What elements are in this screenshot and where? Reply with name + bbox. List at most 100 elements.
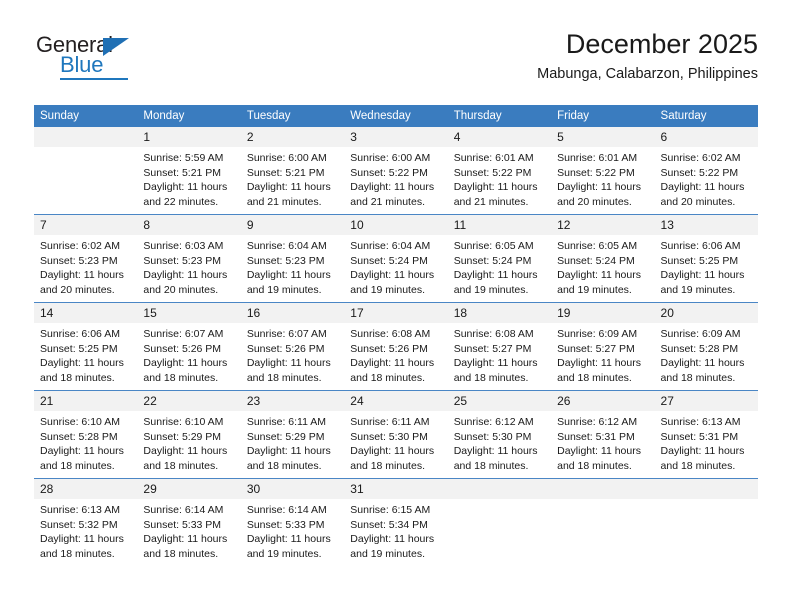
day-info-line: Sunset: 5:33 PM [246, 518, 325, 531]
general-blue-logo[interactable]: General Blue [34, 32, 184, 88]
day-number[interactable]: 23 [240, 390, 345, 411]
day-info-line: and 18 minutes. [350, 371, 425, 384]
day-cell[interactable]: Sunrise: 5:59 AM Sunset: 5:21 PM Daylight:… [137, 147, 240, 215]
day-cell[interactable]: Sunrise: 6:12 AM Sunset: 5:31 PM Daylight:… [551, 411, 654, 479]
day-info-line: Daylight: 11 hours [557, 357, 641, 370]
day-number[interactable]: 31 [344, 478, 448, 499]
day-number[interactable]: 14 [34, 302, 138, 323]
day-number[interactable]: 27 [654, 390, 758, 411]
day-number[interactable]: 11 [447, 214, 552, 235]
day-info-line: and 19 minutes. [453, 283, 529, 296]
day-number[interactable]: 30 [240, 478, 345, 499]
day-info-line: Daylight: 11 hours [246, 269, 331, 282]
day-number[interactable]: 24 [344, 390, 448, 411]
day-info-line: Daylight: 11 hours [40, 445, 124, 458]
day-cell[interactable]: Sunrise: 6:03 AM Sunset: 5:23 PM Daylight:… [137, 235, 240, 303]
day-cell[interactable]: Sunrise: 6:01 AM Sunset: 5:22 PM Daylight:… [551, 147, 654, 215]
day-number[interactable]: 26 [551, 390, 655, 411]
day-cell[interactable]: Sunrise: 6:09 AM Sunset: 5:28 PM Daylight:… [655, 323, 758, 391]
day-number[interactable]: 12 [551, 214, 655, 235]
day-cell[interactable]: Sunrise: 6:00 AM Sunset: 5:21 PM Daylight:… [241, 147, 344, 215]
day-cell[interactable]: Sunrise: 6:13 AM Sunset: 5:31 PM Daylight:… [655, 411, 758, 479]
day-cell[interactable]: Sunrise: 6:11 AM Sunset: 5:29 PM Daylight:… [241, 411, 344, 479]
day-info-line: Daylight: 11 hours [557, 181, 641, 194]
day-number[interactable]: 3 [344, 127, 448, 147]
day-cell[interactable]: Sunrise: 6:14 AM Sunset: 5:33 PM Daylight:… [137, 499, 240, 566]
day-cell[interactable]: Sunrise: 6:15 AM Sunset: 5:34 PM Daylight:… [344, 499, 447, 566]
day-number[interactable]: 17 [344, 302, 448, 323]
day-info-line: Sunset: 5:22 PM [557, 166, 635, 179]
day-number[interactable]: 10 [344, 214, 448, 235]
day-cell[interactable]: Sunrise: 6:05 AM Sunset: 5:24 PM Daylight:… [448, 235, 551, 303]
day-info-line: Daylight: 11 hours [40, 533, 124, 546]
weekday-header-friday: Friday [551, 105, 655, 127]
day-cell-empty [34, 147, 137, 215]
day-cell[interactable]: Sunrise: 6:06 AM Sunset: 5:25 PM Daylight:… [34, 323, 137, 391]
day-number[interactable]: 9 [240, 214, 345, 235]
day-info-line: Daylight: 11 hours [143, 445, 228, 458]
day-cell-content: Sunrise: 6:07 AM Sunset: 5:26 PM Daylight:… [241, 323, 344, 390]
day-cell[interactable]: Sunrise: 6:13 AM Sunset: 5:32 PM Daylight:… [34, 499, 137, 566]
day-info-line: and 18 minutes. [453, 371, 529, 384]
week-detail-row: Sunrise: 6:06 AM Sunset: 5:25 PM Daylight:… [34, 323, 758, 391]
day-number[interactable]: 16 [240, 302, 345, 323]
day-number[interactable]: 25 [447, 390, 552, 411]
day-info-line: and 19 minutes. [246, 547, 322, 560]
day-cell[interactable]: Sunrise: 6:08 AM Sunset: 5:27 PM Daylight:… [448, 323, 551, 391]
day-number[interactable]: 7 [34, 214, 138, 235]
day-cell[interactable]: Sunrise: 6:07 AM Sunset: 5:26 PM Daylight:… [241, 323, 344, 391]
day-cell-empty [551, 499, 654, 566]
week-daynumber-row: 14 15 16 17 18 19 20 [34, 302, 758, 323]
day-cell[interactable]: Sunrise: 6:10 AM Sunset: 5:29 PM Daylight:… [137, 411, 240, 479]
day-number[interactable]: 20 [654, 302, 758, 323]
day-cell[interactable]: Sunrise: 6:10 AM Sunset: 5:28 PM Daylight:… [34, 411, 137, 479]
day-info-line: Daylight: 11 hours [557, 269, 641, 282]
week-detail-row: Sunrise: 5:59 AM Sunset: 5:21 PM Daylight:… [34, 147, 758, 215]
day-info-line: Daylight: 11 hours [143, 357, 228, 370]
day-cell[interactable]: Sunrise: 6:14 AM Sunset: 5:33 PM Daylight:… [241, 499, 344, 566]
day-cell[interactable]: Sunrise: 6:09 AM Sunset: 5:27 PM Daylight:… [551, 323, 654, 391]
day-cell-content: Sunrise: 6:13 AM Sunset: 5:31 PM Daylight:… [655, 411, 758, 478]
day-number[interactable]: 5 [551, 127, 655, 147]
day-number[interactable]: 2 [240, 127, 345, 147]
day-cell[interactable]: Sunrise: 6:06 AM Sunset: 5:25 PM Daylight:… [655, 235, 758, 303]
day-cell[interactable]: Sunrise: 6:05 AM Sunset: 5:24 PM Daylight:… [551, 235, 654, 303]
day-number[interactable]: 8 [137, 214, 241, 235]
day-info-line: and 19 minutes. [557, 283, 632, 296]
day-cell[interactable]: Sunrise: 6:08 AM Sunset: 5:26 PM Daylight:… [344, 323, 447, 391]
day-info-line: and 20 minutes. [40, 283, 115, 296]
day-info-line: Sunrise: 6:13 AM [40, 504, 120, 516]
day-info-line: Sunset: 5:27 PM [453, 342, 532, 355]
day-info-line: and 18 minutes. [143, 371, 219, 384]
day-number[interactable]: 6 [654, 127, 758, 147]
day-info-line: Sunrise: 6:07 AM [143, 328, 224, 340]
day-number[interactable]: 1 [137, 127, 241, 147]
day-number[interactable]: 22 [137, 390, 241, 411]
day-cell[interactable]: Sunrise: 6:02 AM Sunset: 5:23 PM Daylight:… [34, 235, 137, 303]
day-cell[interactable]: Sunrise: 6:12 AM Sunset: 5:30 PM Daylight:… [448, 411, 551, 479]
day-info-line: and 21 minutes. [350, 195, 425, 208]
day-info-line: Daylight: 11 hours [660, 445, 745, 458]
day-number[interactable]: 13 [654, 214, 758, 235]
day-info-line: Daylight: 11 hours [40, 269, 124, 282]
day-info-line: Sunrise: 6:09 AM [660, 328, 741, 340]
day-number[interactable]: 29 [137, 478, 241, 499]
day-cell[interactable]: Sunrise: 6:11 AM Sunset: 5:30 PM Daylight:… [344, 411, 447, 479]
day-number[interactable]: 28 [34, 478, 138, 499]
day-cell[interactable]: Sunrise: 6:04 AM Sunset: 5:24 PM Daylight:… [344, 235, 447, 303]
day-number[interactable]: 4 [447, 127, 552, 147]
day-info-line: Sunrise: 6:04 AM [246, 240, 327, 252]
day-info-line: Sunrise: 6:01 AM [557, 152, 638, 164]
day-info-line: Daylight: 11 hours [453, 357, 538, 370]
day-cell[interactable]: Sunrise: 6:02 AM Sunset: 5:22 PM Daylight:… [655, 147, 758, 215]
day-cell[interactable]: Sunrise: 6:01 AM Sunset: 5:22 PM Daylight:… [448, 147, 551, 215]
day-info-line: Sunset: 5:24 PM [350, 254, 428, 267]
day-number[interactable]: 21 [34, 390, 138, 411]
day-number[interactable]: 19 [551, 302, 655, 323]
day-cell[interactable]: Sunrise: 6:00 AM Sunset: 5:22 PM Daylight:… [344, 147, 447, 215]
day-cell[interactable]: Sunrise: 6:07 AM Sunset: 5:26 PM Daylight:… [137, 323, 240, 391]
day-number[interactable]: 18 [447, 302, 552, 323]
day-cell[interactable]: Sunrise: 6:04 AM Sunset: 5:23 PM Daylight:… [241, 235, 344, 303]
day-info-line: and 19 minutes. [246, 283, 322, 296]
day-number[interactable]: 15 [137, 302, 241, 323]
